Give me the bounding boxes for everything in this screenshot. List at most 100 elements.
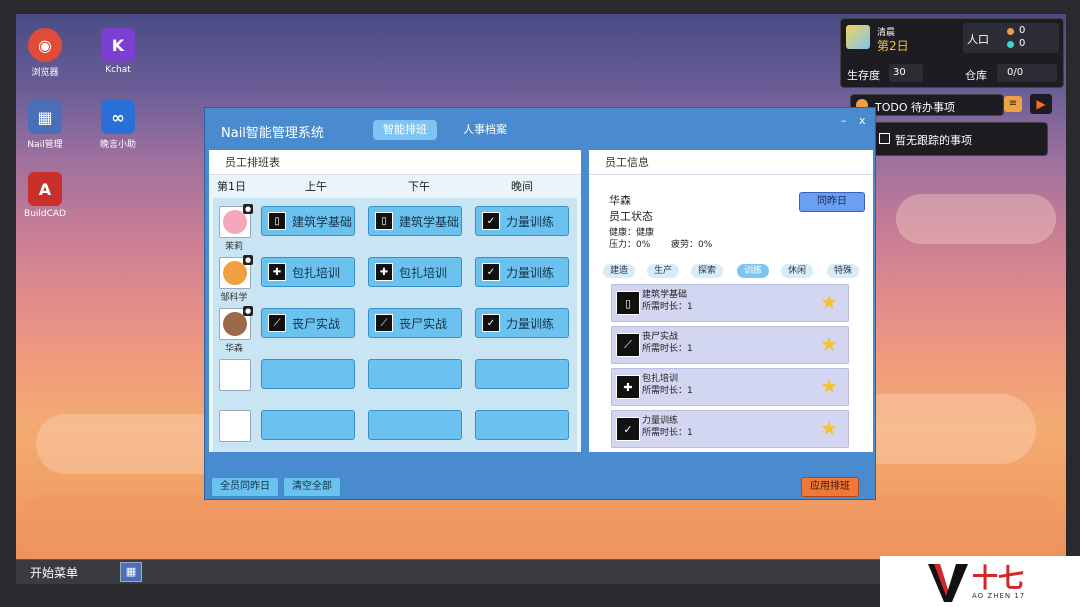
checkbox-icon[interactable] — [879, 133, 890, 144]
filter-chip[interactable]: 特殊 — [827, 264, 860, 278]
schedule-slot[interactable]: ▯ 建筑学基础 — [368, 206, 462, 236]
empty-employee-slot[interactable] — [219, 359, 251, 391]
cad-icon: A — [28, 172, 62, 206]
col-afternoon: 下午 — [408, 180, 430, 193]
weather-icon — [846, 25, 870, 49]
task-label: 包扎培训 — [292, 265, 341, 280]
schedule-slot[interactable]: ✚ 包扎培训 — [261, 257, 355, 287]
course-icon: ▯ — [616, 291, 640, 315]
window-footer: 全员同昨日 清空全部 应用排班 — [205, 470, 875, 499]
course-item[interactable]: ⟋ 丧尸实战 所需时长：1 ★ — [611, 326, 849, 364]
course-duration: 所需时长：1 — [642, 302, 693, 312]
status-hud: 清晨 第2日 人口 0 0 生存度 30 仓库 0/0 — [840, 18, 1064, 88]
apply-schedule-button[interactable]: 应用排班 — [801, 477, 859, 497]
schedule-slot[interactable]: ✓ 力量训练 — [475, 308, 569, 338]
employee-name-label: 邹科学 — [220, 293, 248, 303]
nail-manager-app-icon[interactable]: ▦ Nail管理 — [10, 100, 80, 150]
close-button[interactable]: x — [859, 114, 866, 127]
course-duration: 所需时长：1 — [642, 428, 693, 438]
user-badge-icon: ● — [243, 204, 253, 214]
watermark-cn: 十七 — [972, 564, 1025, 594]
filter-chip[interactable]: 建造 — [603, 264, 636, 278]
filter-chip[interactable]: 休闲 — [781, 264, 814, 278]
day-label: 第1日 — [217, 180, 246, 193]
schedule-panel: 员工排班表 第1日 上午 下午 晚间 ● 茉莉 ▯ 建筑学基础 ▯ 建筑学基础 ✓ 力量训练 ●… — [209, 150, 581, 452]
task-icon: ⟋ — [375, 314, 393, 332]
course-icon: ✓ — [616, 417, 640, 441]
clear-all-button[interactable]: 清空全部 — [283, 477, 341, 497]
schedule-slot-empty[interactable] — [261, 359, 355, 389]
employee-avatar[interactable]: ● — [219, 204, 253, 238]
kchat-app-icon[interactable]: K Kchat — [83, 28, 153, 75]
schedule-slot[interactable]: ▯ 建筑学基础 — [261, 206, 355, 236]
col-evening: 晚间 — [511, 180, 533, 193]
empty-employee-slot[interactable] — [219, 410, 251, 442]
employee-avatar[interactable]: ● — [219, 306, 253, 340]
task-icon: ▯ — [375, 212, 393, 230]
star-icon[interactable]: ★ — [820, 374, 838, 398]
schedule-slot-empty[interactable] — [475, 359, 569, 389]
pop-value-1: 0 — [1019, 25, 1026, 36]
user-badge-icon: ● — [243, 306, 253, 316]
tab-personnel-files[interactable]: 人事档案 — [453, 120, 517, 140]
todo-list-icon[interactable]: ≡ — [1004, 96, 1022, 112]
course-item[interactable]: ✚ 包扎培训 所需时长：1 ★ — [611, 368, 849, 406]
task-icon: ✓ — [482, 212, 500, 230]
icon-label: Kchat — [105, 65, 131, 75]
browser-icon: ◉ — [28, 28, 62, 62]
icon-label: 浏览器 — [31, 68, 59, 78]
employee-name: 华森 — [609, 194, 631, 207]
schedule-slot-empty[interactable] — [368, 410, 462, 440]
star-icon[interactable]: ★ — [820, 332, 838, 356]
start-menu-button[interactable]: 开始菜单 — [30, 564, 78, 581]
schedule-slot-empty[interactable] — [368, 359, 462, 389]
icon-label: 晚言小助 — [99, 140, 136, 150]
schedule-slot[interactable]: ✚ 包扎培训 — [368, 257, 462, 287]
filter-chip[interactable]: 探索 — [691, 264, 724, 278]
browser-app-icon[interactable]: ◉ 浏览器 — [10, 28, 80, 78]
schedule-slot[interactable]: ✓ 力量训练 — [475, 206, 569, 236]
icon-label: BuildCAD — [24, 209, 66, 219]
watermark-logo: 十七 AO ZHEN 17 — [880, 556, 1080, 607]
infinity-icon: ∞ — [101, 100, 135, 134]
task-label: 建筑学基础 — [399, 214, 460, 229]
filter-chip[interactable]: 生产 — [647, 264, 680, 278]
tab-smart-schedule[interactable]: 智能排班 — [373, 120, 437, 140]
task-label: 力量训练 — [506, 316, 555, 331]
population-label: 人口 — [967, 33, 989, 46]
stress-text: 压力：0% — [609, 240, 651, 250]
schedule-slot[interactable]: ⟋ 丧尸实战 — [368, 308, 462, 338]
todo-label: TODO 待办事项 — [875, 101, 956, 114]
ai-app-icon[interactable]: ∞ 晚言小助 — [83, 100, 153, 150]
schedule-slot-empty[interactable] — [261, 410, 355, 440]
minimize-button[interactable]: – — [841, 114, 847, 127]
task-icon: ✚ — [375, 263, 393, 281]
employee-avatar[interactable]: ● — [219, 255, 253, 289]
course-item[interactable]: ▯ 建筑学基础 所需时长：1 ★ — [611, 284, 849, 322]
schedule-slot[interactable]: ⟋ 丧尸实战 — [261, 308, 355, 338]
screen: ◉ 浏览器 K Kchat ▦ Nail管理 ∞ 晚言小助 A BuildCAD… — [0, 0, 1080, 607]
schedule-grid: ● 茉莉 ▯ 建筑学基础 ▯ 建筑学基础 ✓ 力量训练 ● 邹科学 ✚ 包扎培训 ✚ 包扎培训 ✓ 力量训练 ●… — [213, 198, 577, 452]
info-header: 员工信息 — [589, 150, 873, 175]
todo-empty-text: 暂无跟踪的事项 — [895, 134, 972, 147]
task-icon: ⟋ — [268, 314, 286, 332]
todo-expand-icon[interactable]: ▶ — [1030, 94, 1052, 114]
course-item[interactable]: ✓ 力量训练 所需时长：1 ★ — [611, 410, 849, 448]
taskbar-calendar-icon[interactable]: ▦ — [120, 562, 142, 582]
filter-chip[interactable]: 训练 — [737, 264, 770, 278]
star-icon[interactable]: ★ — [820, 290, 838, 314]
schedule-slot[interactable]: ✓ 力量训练 — [475, 257, 569, 287]
window-titlebar[interactable]: Nail智能管理系统 智能排班 人事档案 – x — [205, 108, 875, 150]
same-as-yesterday-button[interactable]: 同昨日 — [799, 192, 865, 212]
task-label: 丧尸实战 — [292, 316, 341, 331]
v-logo-icon — [928, 564, 968, 602]
all-same-as-yesterday-button[interactable]: 全员同昨日 — [211, 477, 279, 497]
star-icon[interactable]: ★ — [820, 416, 838, 440]
cloud-decoration — [896, 194, 1056, 244]
day-counter: 第2日 — [877, 39, 909, 53]
storage-box: 0/0 — [997, 64, 1057, 82]
survival-value: 30 — [893, 67, 906, 78]
task-label: 丧尸实战 — [399, 316, 448, 331]
schedule-slot-empty[interactable] — [475, 410, 569, 440]
buildcad-app-icon[interactable]: A BuildCAD — [10, 172, 80, 219]
